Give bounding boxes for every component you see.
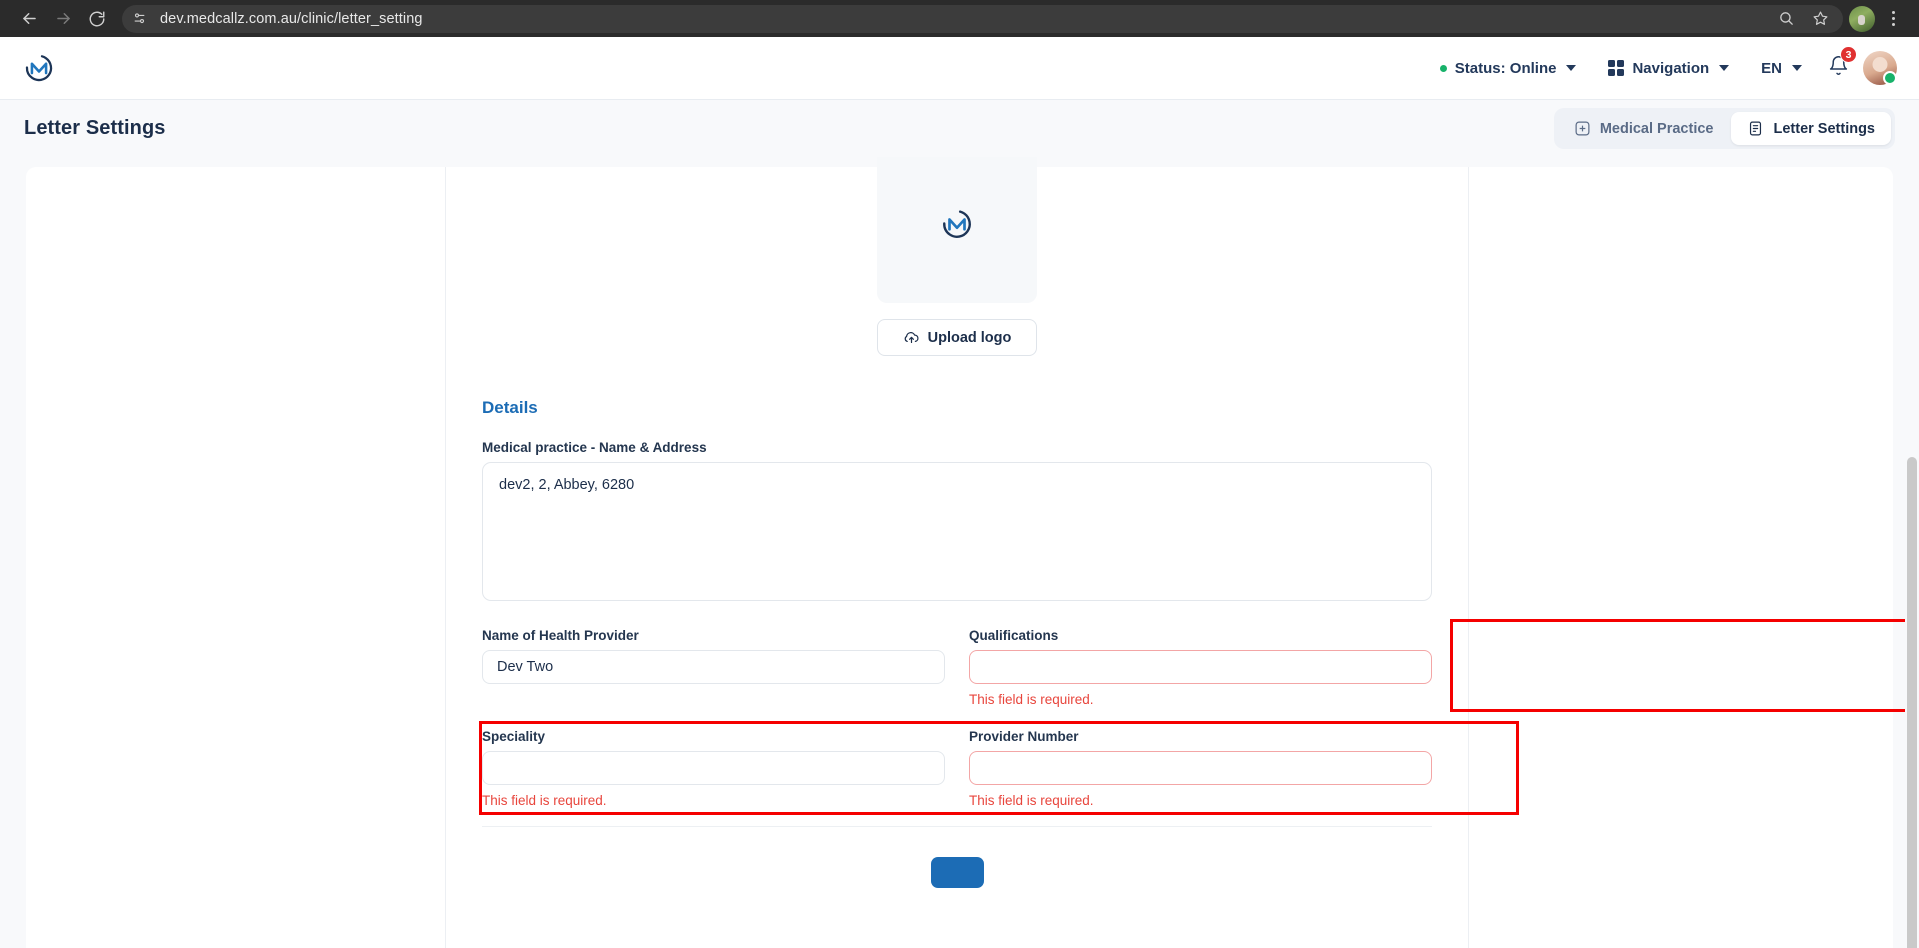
language-label: EN (1761, 59, 1782, 77)
qualifications-input[interactable] (969, 650, 1432, 684)
status-label: Status: Online (1454, 59, 1557, 77)
chevron-down-icon (1566, 65, 1577, 71)
provider-qualification-row: Name of Health Provider Qualifications T… (482, 619, 1919, 712)
search-icon[interactable] (1769, 2, 1803, 36)
url-text: dev.medcallz.com.au/clinic/letter_settin… (160, 10, 423, 27)
chrome-profile-avatar[interactable] (1849, 5, 1875, 32)
star-icon[interactable] (1803, 2, 1837, 36)
page-title-bar: Letter Settings Medical Practice Letter … (0, 100, 1919, 157)
grid-icon (1608, 60, 1625, 76)
page-title: Letter Settings (24, 117, 166, 139)
browser-toolbar: dev.medcallz.com.au/clinic/letter_settin… (0, 0, 1919, 37)
page-scrollbar[interactable] (1905, 157, 1919, 948)
speciality-provider-row: Speciality This field is required. Provi… (479, 721, 1519, 815)
provider-name-input[interactable] (482, 650, 945, 684)
content-area: Upload logo Details Medical practice - N… (0, 157, 1919, 948)
tab-letter-settings[interactable]: Letter Settings (1731, 112, 1891, 145)
qualifications-error: This field is required. (969, 692, 1094, 707)
speciality-label: Speciality (482, 729, 546, 744)
status-dot-icon (1439, 64, 1447, 72)
kebab-menu-icon[interactable] (1879, 5, 1907, 33)
medcallz-logo (943, 210, 971, 238)
save-button[interactable] (930, 857, 984, 888)
language-dropdown[interactable]: EN (1745, 60, 1818, 77)
right-spacer-column (1468, 167, 1893, 948)
address-textarea[interactable] (482, 462, 1432, 601)
settings-tab-group: Medical Practice Letter Settings (1553, 108, 1895, 149)
scrollbar-thumb[interactable] (1907, 457, 1917, 948)
address-field-group: Medical practice - Name & Address (482, 440, 1432, 606)
provider-name-field-group: Name of Health Provider (482, 628, 957, 707)
provider-number-input[interactable] (969, 751, 1432, 785)
browser-address-bar[interactable]: dev.medcallz.com.au/clinic/letter_settin… (122, 2, 1843, 36)
site-settings-icon[interactable] (126, 6, 152, 32)
logo-preview[interactable] (877, 157, 1037, 303)
qualifications-label: Qualifications (969, 628, 1059, 643)
details-fieldset: Medical practice - Name & Address Name o… (457, 440, 1919, 815)
app-header: Status: Online Navigation EN 3 (0, 37, 1919, 100)
navigation-dropdown[interactable]: Navigation (1592, 60, 1745, 77)
left-spacer-column (26, 167, 446, 948)
speciality-field-group: Speciality This field is required. (479, 721, 1519, 815)
provider-number-error: This field is required. (969, 793, 1094, 808)
tab-label: Medical Practice (1599, 120, 1714, 137)
provider-number-label: Provider Number (969, 729, 1079, 744)
medical-cross-icon (1575, 121, 1590, 136)
navigation-label: Navigation (1632, 59, 1710, 77)
tab-label: Letter Settings (1773, 120, 1875, 137)
upload-logo-button[interactable]: Upload logo (877, 319, 1037, 356)
speciality-error: This field is required. (482, 793, 607, 808)
details-section-title: Details (482, 398, 538, 417)
avatar[interactable] (1863, 51, 1897, 85)
provider-name-label: Name of Health Provider (482, 628, 639, 643)
medcallz-logo[interactable] (22, 51, 56, 85)
browser-back-button[interactable] (12, 2, 46, 36)
browser-forward-button[interactable] (46, 2, 80, 36)
status-dropdown[interactable]: Status: Online (1424, 60, 1593, 77)
upload-logo-label: Upload logo (927, 329, 1012, 346)
cloud-upload-icon (904, 332, 919, 344)
provider-number-field-group: Provider Number This field is required. (957, 729, 1432, 808)
chevron-down-icon (1719, 65, 1730, 71)
browser-right-controls (1843, 5, 1907, 33)
chevron-down-icon (1792, 65, 1802, 71)
browser-reload-button[interactable] (80, 2, 114, 36)
document-icon (1750, 121, 1762, 136)
notification-badge: 3 (1840, 46, 1857, 63)
tab-medical-practice[interactable]: Medical Practice (1558, 112, 1730, 145)
qualifications-field-group: Qualifications This field is required. (957, 619, 1919, 712)
header-actions: Status: Online Navigation EN 3 (1424, 46, 1897, 85)
speciality-input[interactable] (482, 751, 945, 785)
address-label: Medical practice - Name & Address (482, 440, 707, 455)
letter-settings-form: Upload logo Details Medical practice - N… (446, 157, 1919, 948)
settings-card: Upload logo Details Medical practice - N… (26, 157, 1919, 948)
form-divider (482, 826, 1432, 827)
notifications-button[interactable]: 3 (1818, 46, 1863, 81)
